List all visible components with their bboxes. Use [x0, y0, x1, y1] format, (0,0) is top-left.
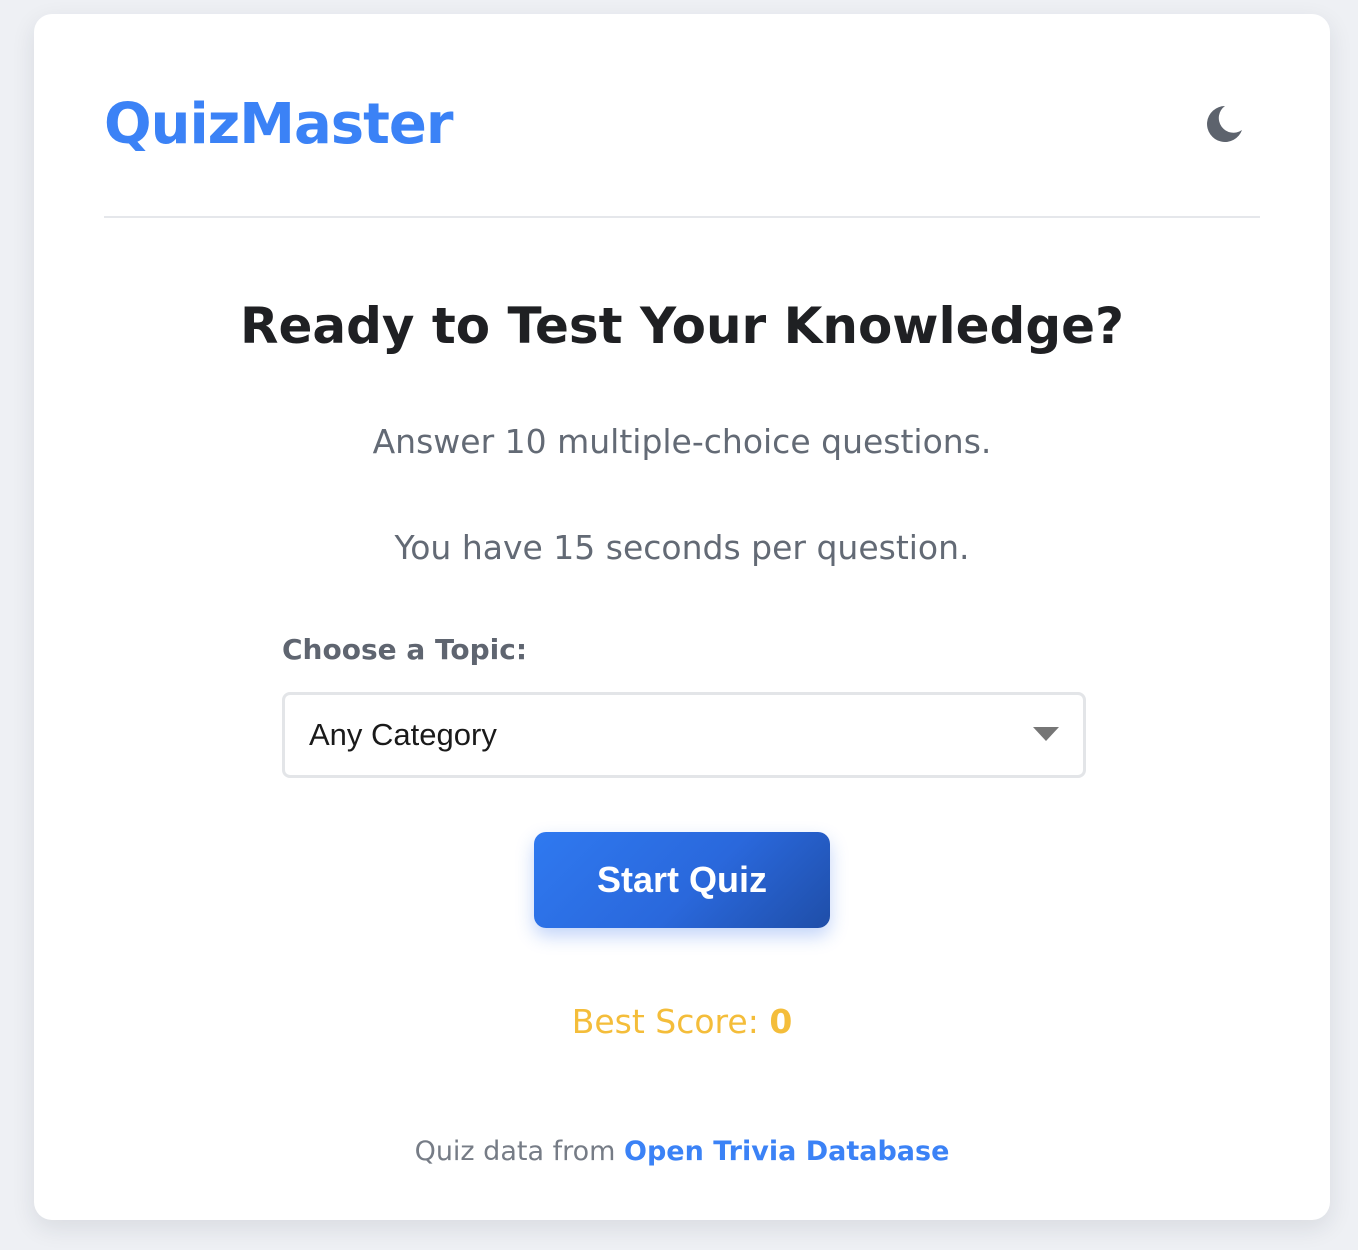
moon-icon	[1207, 106, 1242, 142]
instructions-questions: Answer 10 multiple-choice questions.	[372, 422, 992, 461]
footer-prefix: Quiz data from	[414, 1136, 616, 1167]
header: QuizMaster	[104, 14, 1260, 218]
theme-toggle-button[interactable]	[1198, 100, 1246, 148]
start-quiz-button[interactable]: Start Quiz	[534, 832, 830, 928]
open-trivia-link[interactable]: Open Trivia Database	[624, 1136, 949, 1167]
best-score-value: 0	[769, 1002, 793, 1041]
chevron-down-icon	[1033, 727, 1059, 741]
topic-select-value: Any Category	[309, 717, 497, 752]
best-score-label: Best Score:	[571, 1002, 759, 1041]
topic-label: Choose a Topic:	[282, 633, 528, 666]
page-title: Ready to Test Your Knowledge?	[239, 297, 1125, 355]
footer-attribution: Quiz data from Open Trivia Database	[34, 1134, 1330, 1170]
topic-select[interactable]: Any Category	[282, 692, 1086, 778]
app-logo: QuizMaster	[104, 92, 453, 157]
best-score: Best Score: 0	[34, 1000, 1330, 1044]
quiz-card: QuizMaster Ready to Test Your Knowledge?…	[34, 14, 1330, 1220]
instructions-timer: You have 15 seconds per question.	[394, 528, 970, 567]
